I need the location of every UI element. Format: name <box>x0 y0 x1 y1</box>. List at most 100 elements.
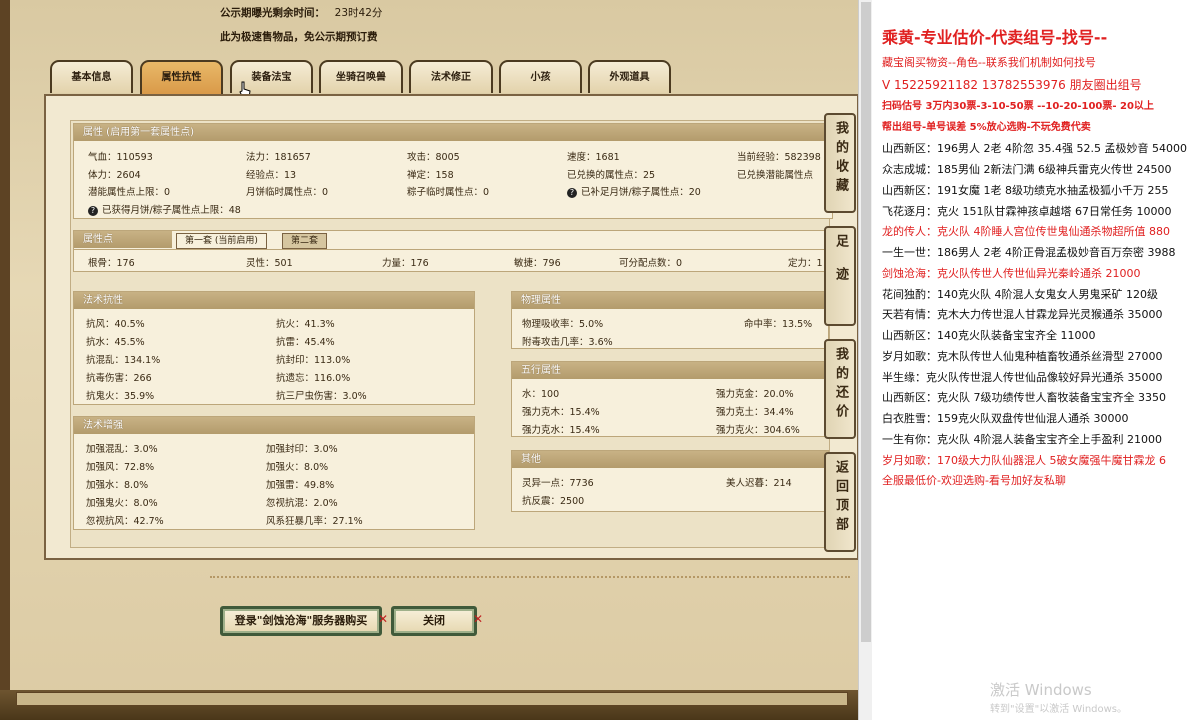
resist-item: 抗火：41.3% <box>276 319 335 330</box>
activation-watermark-text: 转到"设置"以激活 Windows。 <box>990 704 1128 715</box>
attr-mp: 法力：181657 <box>246 152 311 163</box>
buy-on-server-button[interactable]: 登录"剑蚀沧海"服务器购买 <box>220 606 382 636</box>
ad-line: 全服最低价-欢迎选购-看号加好友私聊 <box>882 474 1066 487</box>
points-tab-second[interactable]: 第二套 <box>282 233 328 249</box>
five-item: 强力克火：304.6% <box>716 425 800 436</box>
points-tab-first[interactable]: 第一套 (当前启用) <box>176 233 267 249</box>
attr-stamina: 体力：2604 <box>88 170 141 181</box>
ad-line: 一生一世：186男人 2老 4阶正骨混孟极妙音百万奈密 3988 <box>882 246 1176 259</box>
five-item: 强力克水：15.4% <box>522 425 600 436</box>
spell-resist-section: 法术抗性 抗风：40.5% 抗火：41.3% 抗水：45.5% 抗雷：45.4%… <box>73 291 475 405</box>
enhance-item: 加强火：8.0% <box>266 462 329 473</box>
resist-item: 抗遗忘：116.0% <box>276 373 351 384</box>
enhance-item: 加强鬼火：8.0% <box>86 498 158 509</box>
close-button[interactable]: 关闭 <box>391 606 477 636</box>
attr-potential-limit: 潜能属性点上限：0 <box>88 187 171 198</box>
attr-exchanged: 已兑换的属性点：25 <box>567 170 656 181</box>
ad-line: 一生有你：克火队 4阶混人装备宝宝齐全上手盈利 21000 <box>882 433 1162 446</box>
other-item: 抗反震：2500 <box>522 496 585 507</box>
physical-section: 物理属性 物理吸收率：5.0% 命中率：13.5% 附毒攻击几率：3.6% <box>511 291 829 349</box>
ad-line: 剑蚀沧海：克火队传世人传世仙异光秦岭通杀 21000 <box>882 267 1141 280</box>
ad-line: V 15225921182 13782553976 朋友圈出组号 <box>882 78 1142 92</box>
points-spirit: 灵性：501 <box>246 258 293 269</box>
my-favorites-button[interactable]: 我的收藏 <box>824 113 856 213</box>
attributes-section: 属性 (启用第一套属性点) 气血：110593 法力：181657 攻击：800… <box>73 123 833 219</box>
tab-attributes[interactable]: 属性抗性 <box>140 60 223 95</box>
ad-line: 岁月如歌：克木队传世人仙鬼种植畜牧通杀丝滑型 27000 <box>882 350 1163 363</box>
ad-title: 乘黄-专业估价-代卖组号-找号-- <box>882 28 1108 47</box>
ad-line: 帮出组号-单号误差 5%放心选购-不玩免费代卖 <box>882 122 1091 133</box>
five-item: 水：100 <box>522 389 560 400</box>
resist-item: 抗鬼火：35.9% <box>86 391 155 402</box>
spell-resist-header: 法术抗性 <box>74 292 474 309</box>
enhance-item: 加强雷：49.8% <box>266 480 335 491</box>
countdown-value: 23时42分 <box>334 7 383 19</box>
other-header: 其他 <box>512 451 828 468</box>
points-constitution: 根骨：176 <box>88 258 135 269</box>
ad-document: 乘黄-专业估价-代卖组号-找号-- 藏宝阁买物资--角色--联系我们机制如何找号… <box>872 0 1188 720</box>
ad-line: 山西新区：140克火队装备宝宝齐全 11000 <box>882 329 1096 342</box>
my-offers-button[interactable]: 我的还价 <box>824 339 856 439</box>
help-icon[interactable]: ? <box>567 188 577 198</box>
attr-exp: 当前经验：582398 <box>737 152 821 163</box>
tab-appearance[interactable]: 外观道具 <box>588 60 671 93</box>
tab-basic-info[interactable]: 基本信息 <box>50 60 133 93</box>
attr-exp-points: 经验点：13 <box>246 170 297 181</box>
page-scrollbar[interactable] <box>858 0 872 720</box>
resist-item: 抗毒伤害：266 <box>86 373 152 384</box>
help-icon[interactable]: ? <box>88 206 98 216</box>
ad-line: 众志成城：185男仙 2新法门满 6级神兵雷克火传世 24500 <box>882 163 1172 176</box>
attr-note: ? 已获得月饼/粽子属性点上限：48 <box>88 202 241 216</box>
five-item: 强力克木：15.4% <box>522 407 600 418</box>
ad-line: 山西新区：克火队 7级功绩传世人畜牧装备宝宝齐全 3350 <box>882 391 1166 404</box>
enhance-item: 加强混乱：3.0% <box>86 444 158 455</box>
points-header: 属性点 <box>74 231 172 248</box>
listing-window: 公示期曝光剩余时间： 23时42分 此为极速售物品，免公示期预订费 基本信息 属… <box>0 0 859 720</box>
tab-spell-modifiers[interactable]: 法术修正 <box>409 60 493 93</box>
ad-line: 花间独酌：140克火队 4阶混人女鬼女人男鬼采矿 120级 <box>882 288 1158 301</box>
other-item: 灵异一点：7736 <box>522 478 594 489</box>
other-section: 其他 灵异一点：7736 美人迟暮：214 抗反震：2500 <box>511 450 829 512</box>
spell-enhance-section: 法术增强 加强混乱：3.0% 加强封印：3.0% 加强风：72.8% 加强火：8… <box>73 416 475 530</box>
points-section: 属性点 第一套 (当前启用) 第二套 根骨：176 灵性：501 力量：176 … <box>73 230 833 272</box>
tab-child[interactable]: 小孩 <box>499 60 582 93</box>
attr-potential-exchanged: 已兑换潜能属性点 <box>737 170 814 181</box>
divider <box>210 576 850 578</box>
five-item: 强力克金：20.0% <box>716 389 794 400</box>
back-to-top-button[interactable]: 返回顶部 <box>824 452 856 552</box>
resist-item: 抗水：45.5% <box>86 337 145 348</box>
points-strength: 力量：176 <box>382 258 429 269</box>
five-elements-section: 五行属性 水：100 强力克金：20.0% 强力克木：15.4% 强力克土：34… <box>511 361 829 437</box>
spell-enhance-header: 法术增强 <box>74 417 474 434</box>
physical-header: 物理属性 <box>512 292 828 309</box>
ad-line: 扫码估号 3万内30票-3-10-50票 --10-20-100票- 20以上 <box>882 101 1154 112</box>
five-item: 强力克土：34.4% <box>716 407 794 418</box>
physical-item: 物理吸收率：5.0% <box>522 319 604 330</box>
ad-line: 飞花逐月：克火 151队甘霖神孩卓越塔 67日常任务 10000 <box>882 205 1172 218</box>
attributes-header: 属性 (启用第一套属性点) <box>74 124 832 141</box>
physical-item: 命中率：13.5% <box>744 319 813 330</box>
resist-item: 抗混乱：134.1% <box>86 355 161 366</box>
countdown: 公示期曝光剩余时间： 23时42分 <box>220 5 382 20</box>
scrollbar-thumb[interactable] <box>861 2 871 642</box>
attr-mooncake-temp: 月饼临时属性点：0 <box>246 187 329 198</box>
tab-mounts-summons[interactable]: 坐骑召唤兽 <box>319 60 403 93</box>
attr-filled: ? 已补足月饼/粽子属性点：20 <box>567 184 701 198</box>
fast-sale-notice: 此为极速售物品，免公示期预订费 <box>220 31 378 43</box>
activation-watermark-title: 激活 Windows <box>990 681 1092 699</box>
resist-item: 抗封印：113.0% <box>276 355 351 366</box>
ad-line: 龙的传人：克火队 4阶睡人宫位传世鬼仙通杀物超所值 880 <box>882 225 1170 238</box>
attr-zongzi-temp: 粽子临时属性点：0 <box>407 187 490 198</box>
enhance-item: 加强风：72.8% <box>86 462 155 473</box>
footprint-button[interactable]: 足迹 <box>824 226 856 326</box>
ad-line: 半生缘：克火队传世混人传世仙品像较好异光通杀 35000 <box>882 371 1163 384</box>
ad-line: 岁月如歌：170级大力队仙器混人 5破女魔强牛魔甘霖龙 6 <box>882 454 1166 467</box>
ad-line: 白衣胜雪：159克火队双盘传世仙混人通杀 30000 <box>882 412 1129 425</box>
attr-attack: 攻击：8005 <box>407 152 460 163</box>
close-x-icon: ✕ <box>473 612 484 626</box>
points-unassigned: 可分配点数：0 <box>619 258 683 269</box>
enhance-item: 加强封印：3.0% <box>266 444 338 455</box>
five-elements-header: 五行属性 <box>512 362 828 379</box>
resist-item: 抗风：40.5% <box>86 319 145 330</box>
resist-item: 抗三尸虫伤害：3.0% <box>276 391 367 402</box>
